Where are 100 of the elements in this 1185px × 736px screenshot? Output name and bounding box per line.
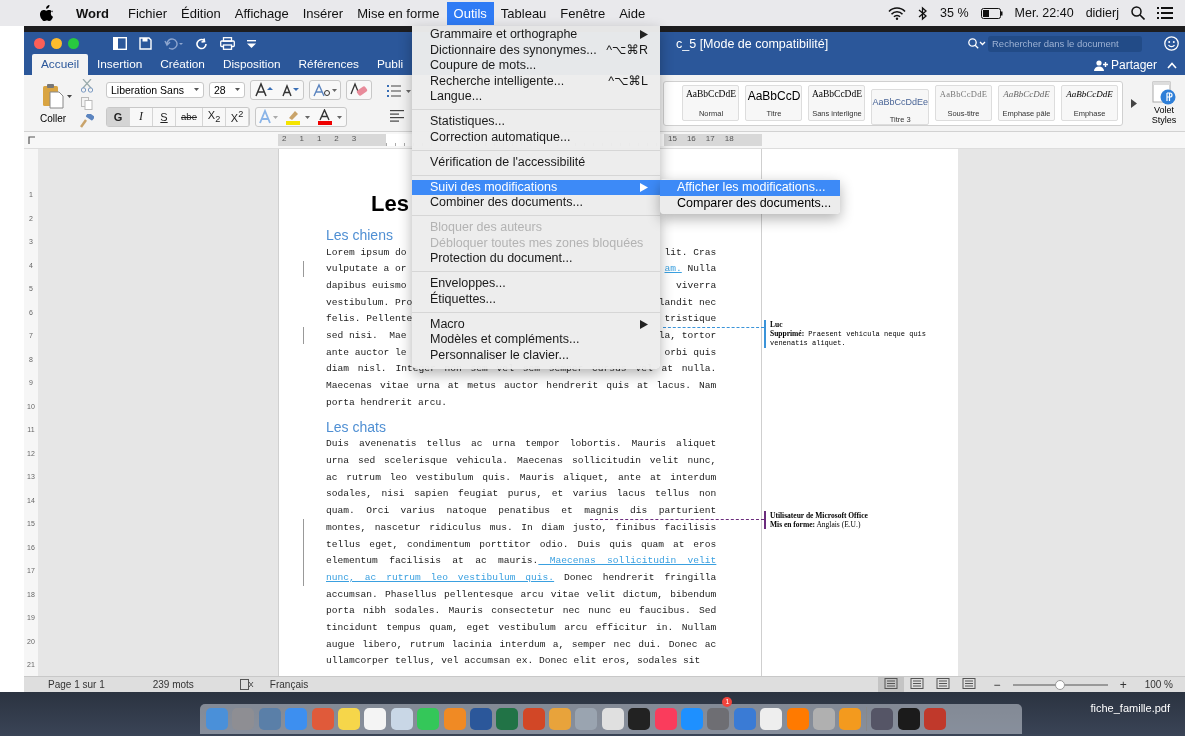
dock-app-icon[interactable]: [897, 708, 920, 730]
collapse-ribbon-icon[interactable]: [1167, 61, 1177, 69]
menu-item[interactable]: Recherche intelligente... ^⌥⌘L: [412, 73, 660, 89]
wifi-icon[interactable]: [888, 6, 907, 20]
undo-icon[interactable]: [164, 37, 184, 50]
menu-bar-item[interactable]: Affichage: [227, 1, 296, 25]
dock-app-icon[interactable]: [871, 708, 894, 730]
zoom-button[interactable]: [68, 38, 79, 49]
share-button[interactable]: Partager: [1089, 58, 1161, 72]
dock-app-icon[interactable]: [628, 708, 651, 730]
body-text: diam nisl. Integer non sem vel sem semper cursus vel at nulla.: [326, 363, 717, 376]
style-preview: AaBbCcDdE: [685, 89, 737, 99]
menu-item[interactable]: Coupure de mots...: [412, 58, 660, 74]
dropdown-caret-icon[interactable]: [67, 94, 72, 98]
ruler-number: 2: [334, 134, 339, 145]
paste-icon[interactable]: [42, 82, 64, 109]
ribbon-tab[interactable]: Disposition: [213, 54, 290, 75]
customize-toolbar-icon[interactable]: [247, 39, 256, 48]
menu-item[interactable]: Enveloppes...: [412, 276, 660, 292]
format-button[interactable]: X$^{2}$: [226, 107, 249, 126]
search-icon[interactable]: [968, 38, 986, 49]
format-button[interactable]: I: [130, 107, 153, 126]
dropdown-caret-icon[interactable]: [235, 88, 240, 91]
dock-app-icon[interactable]: [364, 708, 387, 730]
dock-app-icon[interactable]: [760, 708, 783, 730]
format-button[interactable]: G: [107, 107, 130, 126]
search-field[interactable]: Rechercher dans le document: [988, 35, 1142, 52]
menu-bar-item[interactable]: Outils: [446, 1, 494, 25]
menu-item[interactable]: Grammaire et orthographe: [412, 27, 660, 43]
menu-bar-item[interactable]: Mise en forme: [350, 1, 447, 25]
ruler-number: 2: [282, 134, 287, 145]
ribbon-tab[interactable]: Références: [289, 54, 368, 75]
menu-item[interactable]: Comparer des documents...: [660, 195, 840, 211]
minimize-button[interactable]: [51, 38, 62, 49]
body-text: porta nibh sodales. Mauris consectetur nec nunc eu faucibus. Sed: [326, 605, 717, 618]
menu-bar-item[interactable]: Aide: [612, 1, 653, 25]
font-size-field[interactable]: 28: [209, 81, 245, 98]
zoom-percentage: 100 %: [1144, 679, 1173, 690]
menu-bar-item[interactable]: Édition: [174, 1, 228, 25]
menu-item[interactable]: Modèles et compléments...: [412, 332, 660, 348]
dock-app-icon[interactable]: [601, 708, 624, 730]
menu-item[interactable]: Statistiques...: [412, 114, 660, 130]
word-count[interactable]: 239 mots: [152, 679, 194, 690]
zoom-in-button[interactable]: +: [1119, 677, 1127, 692]
menu-item[interactable]: Macro: [412, 316, 660, 332]
dropdown-caret-icon[interactable]: [194, 88, 199, 91]
menu-item[interactable]: Combiner des documents...: [412, 195, 660, 211]
paste-label[interactable]: Coller: [39, 112, 67, 124]
sidebar-icon[interactable]: [113, 37, 127, 50]
menu-item[interactable]: Langue...: [412, 89, 660, 105]
ribbon-tab[interactable]: Accueil: [32, 54, 89, 75]
close-button[interactable]: [34, 38, 45, 49]
battery-icon[interactable]: [980, 7, 1003, 19]
app-name-menu[interactable]: Word: [68, 5, 117, 21]
list-icon[interactable]: [1157, 7, 1173, 19]
body-text: ac rutrum leo vestibulum quis. Mauris aliquet, ante at interdum: [326, 471, 717, 484]
ribbon-tab[interactable]: Publi: [367, 54, 413, 75]
body-text: orbi quis: [664, 346, 717, 359]
body-text: am. Nulla: [664, 263, 717, 276]
language[interactable]: Français: [269, 679, 309, 690]
font-name-field[interactable]: Liberation Sans: [106, 81, 204, 98]
menu-item[interactable]: Vérification de l'accessibilité: [412, 154, 660, 170]
format-painter-icon[interactable]: [80, 113, 94, 128]
zoom-slider-thumb[interactable]: [1055, 679, 1066, 690]
dock-app-icon[interactable]: [390, 708, 413, 730]
zoom-out-button[interactable]: −: [993, 677, 1001, 692]
styles-pane-button[interactable]: Volet Styles: [1145, 105, 1183, 125]
dock-app-icon[interactable]: [337, 708, 360, 730]
menu-bar-item[interactable]: Fichier: [121, 1, 174, 25]
format-button[interactable]: abe: [176, 107, 203, 126]
view-button[interactable]: [877, 677, 904, 692]
menu-item[interactable]: Étiquettes...: [412, 291, 660, 307]
copy-icon[interactable]: [81, 96, 93, 110]
smiley-icon[interactable]: [1164, 36, 1179, 51]
ribbon-tab[interactable]: Insertion: [88, 54, 152, 75]
ribbon-tab[interactable]: Création: [151, 54, 214, 75]
menu-bar-item[interactable]: Insérer: [295, 1, 351, 25]
user-name[interactable]: didierj: [1085, 6, 1119, 20]
format-button[interactable]: S: [153, 107, 176, 126]
scissors-icon[interactable]: [81, 78, 93, 93]
menu-bar-item[interactable]: Tableau: [493, 1, 554, 25]
search-icon[interactable]: [1131, 6, 1145, 20]
menu-item[interactable]: Correction automatique...: [412, 129, 660, 145]
menu-item[interactable]: Dictionnaire des synonymes... ^⌥⌘R: [412, 42, 660, 58]
apple-logo-icon[interactable]: [40, 5, 54, 21]
bluetooth-icon[interactable]: [918, 5, 929, 21]
menu-bar-item[interactable]: Fenêtre: [553, 1, 613, 25]
clock[interactable]: Mer. 22:40: [1014, 6, 1074, 20]
print-icon[interactable]: [220, 37, 235, 50]
desktop-file-name[interactable]: fiche_famille.pdf: [1090, 702, 1170, 714]
style-preview: AaBbCcDdEe: [872, 95, 928, 109]
menu-item[interactable]: Protection du document...: [412, 251, 660, 267]
proofing-icon[interactable]: [239, 679, 254, 690]
menu-item[interactable]: Personnaliser le clavier...: [412, 347, 660, 363]
styles-pane-icon[interactable]: [1152, 81, 1176, 105]
redo-icon[interactable]: [196, 37, 208, 50]
format-button[interactable]: X$_{2}$: [203, 107, 226, 126]
tab-selector-icon[interactable]: [28, 136, 36, 144]
save-icon[interactable]: [139, 37, 152, 50]
next-arrow-icon[interactable]: [1131, 98, 1137, 108]
